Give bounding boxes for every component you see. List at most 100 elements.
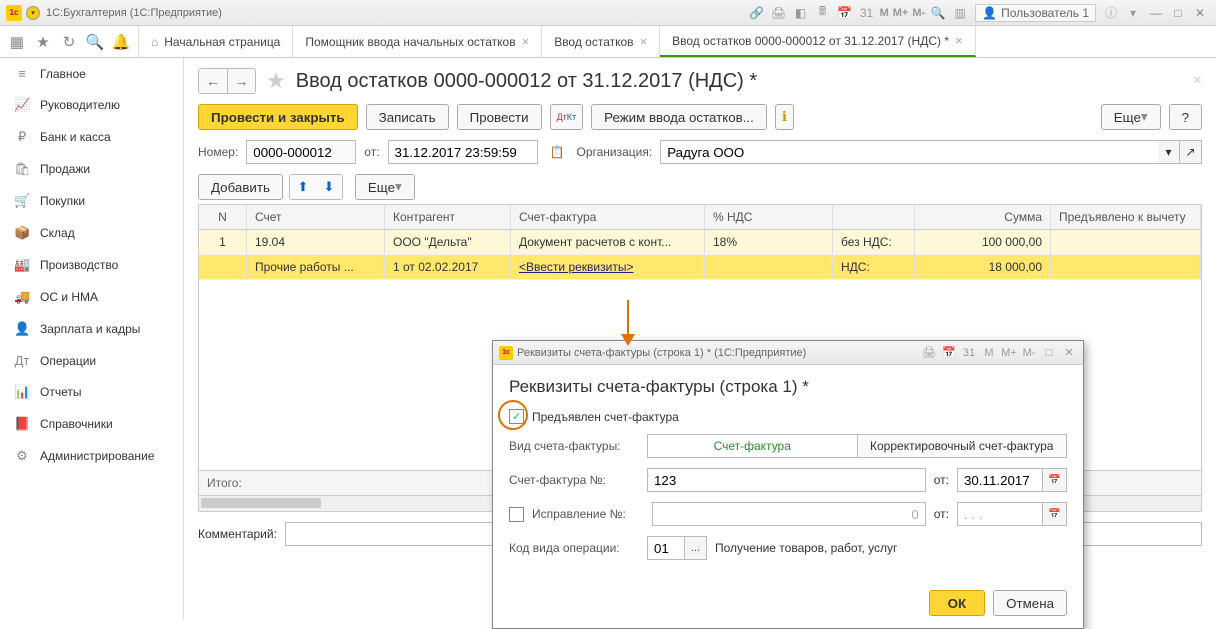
close-icon[interactable]: × <box>522 34 530 49</box>
table-row[interactable]: 1 19.04 ООО "Дельта" Документ расчетов с… <box>199 230 1201 255</box>
table-row[interactable]: Прочие работы ... 1 от 02.02.2017 <Ввест… <box>199 255 1201 280</box>
mode-button[interactable]: Режим ввода остатков... <box>591 104 767 130</box>
enter-details-link[interactable]: <Ввести реквизиты> <box>511 255 705 279</box>
post-button[interactable]: Провести <box>457 104 542 130</box>
header-fields: Номер: от: 📋 Организация: ▾ ↗ <box>198 140 1202 164</box>
sidebar-item-payroll[interactable]: 👤Зарплата и кадры <box>0 313 183 345</box>
invoice-date-calendar-button[interactable]: 📅 <box>1043 468 1067 492</box>
add-row-button[interactable]: Добавить <box>198 174 283 200</box>
dtkt-button[interactable]: ДтКт <box>550 104 584 130</box>
sidebar-item-label: Отчеты <box>40 385 81 399</box>
org-field[interactable] <box>660 140 1158 164</box>
info-dd-icon[interactable]: ▾ <box>1124 4 1142 22</box>
history-icon[interactable]: ↻ <box>56 29 82 55</box>
save-button[interactable]: Записать <box>366 104 449 130</box>
close-icon[interactable]: × <box>640 34 648 49</box>
m-minus-indicator[interactable]: M- <box>912 7 925 19</box>
modal-date-icon[interactable]: 31 <box>961 347 977 359</box>
correction-no-field[interactable] <box>652 502 926 526</box>
invoice-type-row: Вид счета-фактуры: Счет-фактура Корректи… <box>509 434 1067 458</box>
modal-mplus-icon[interactable]: M+ <box>1001 347 1017 359</box>
sidebar-item-operations[interactable]: ДтОперации <box>0 345 183 376</box>
calendar-icon[interactable]: 📋 <box>550 145 565 159</box>
sidebar-item-bank[interactable]: ₽Банк и касса <box>0 121 183 153</box>
op-code-select-button[interactable]: … <box>685 536 707 560</box>
modal-maximize-icon[interactable]: □ <box>1041 347 1057 359</box>
sidebar-item-warehouse[interactable]: 📦Склад <box>0 217 183 249</box>
presented-checkbox[interactable]: ✓ <box>509 409 524 424</box>
tab-assistant[interactable]: Помощник ввода начальных остатков × <box>293 26 542 57</box>
sidebar-item-production[interactable]: 🏭Производство <box>0 249 183 281</box>
sidebar-item-reports[interactable]: 📊Отчеты <box>0 376 183 408</box>
nav-back-button[interactable]: ← <box>199 69 227 93</box>
close-button[interactable]: ✕ <box>1190 4 1210 22</box>
col-n: N <box>199 205 247 229</box>
tab-label: Начальная страница <box>164 35 280 49</box>
tab-home[interactable]: ⌂ Начальная страница <box>139 26 293 57</box>
modal-close-icon[interactable]: ✕ <box>1061 346 1077 359</box>
date-icon[interactable]: 31 <box>858 4 876 22</box>
tab-entries[interactable]: Ввод остатков × <box>542 26 660 57</box>
correction-date-field[interactable] <box>957 502 1043 526</box>
page-title: Ввод остатков 0000-000012 от 31.12.2017 … <box>296 70 757 93</box>
sidebar-item-manager[interactable]: 📈Руководителю <box>0 89 183 121</box>
move-up-button[interactable]: ⬆ <box>290 175 316 199</box>
invoice-no-field[interactable] <box>647 468 926 492</box>
post-and-close-button[interactable]: Провести и закрыть <box>198 104 358 130</box>
correction-date-calendar-button[interactable]: 📅 <box>1043 502 1067 526</box>
user-menu[interactable]: 👤 Пользователь 1 <box>975 4 1096 22</box>
minimize-button[interactable]: — <box>1146 4 1166 22</box>
print-icon[interactable]: 🖨 <box>770 4 788 22</box>
more-button[interactable]: Еще ▾ <box>1101 104 1161 130</box>
number-field[interactable] <box>246 140 356 164</box>
sidebar-item-label: Продажи <box>40 162 90 176</box>
modal-mminus-icon[interactable]: M- <box>1021 347 1037 359</box>
panel-icon[interactable]: ▥ <box>951 4 969 22</box>
m-indicator[interactable]: M <box>880 7 889 19</box>
move-down-button[interactable]: ⬇ <box>316 175 342 199</box>
org-dropdown-button[interactable]: ▾ <box>1158 140 1180 164</box>
user-icon: 👤 <box>14 321 30 337</box>
search-icon[interactable]: 🔍 <box>82 29 108 55</box>
tab-entry-doc[interactable]: Ввод остатков 0000-000012 от 31.12.2017 … <box>660 26 975 57</box>
link-icon[interactable]: 🔗 <box>748 4 766 22</box>
modal-print-icon[interactable]: 🖨 <box>921 346 937 359</box>
sidebar-item-purchases[interactable]: 🛒Покупки <box>0 185 183 217</box>
m-plus-indicator[interactable]: M+ <box>893 7 909 19</box>
dtkt-icon: Дт <box>14 353 30 368</box>
modal-cancel-button[interactable]: Отмена <box>993 590 1067 616</box>
titlebar-dropdown-icon[interactable]: ▾ <box>26 6 40 20</box>
sidebar-item-assets[interactable]: 🚚ОС и НМА <box>0 281 183 313</box>
correction-checkbox[interactable]: ✓ <box>509 507 524 522</box>
sidebar-item-references[interactable]: 📕Справочники <box>0 408 183 440</box>
sidebar-item-sales[interactable]: 🛍Продажи <box>0 153 183 185</box>
star-icon[interactable]: ★ <box>30 29 56 55</box>
table-more-button[interactable]: Еще ▾ <box>355 174 415 200</box>
page-close-icon[interactable]: × <box>1193 72 1202 90</box>
sidebar-item-main[interactable]: ≡Главное <box>0 58 183 89</box>
calc-icon[interactable]: 🖩 <box>814 4 832 22</box>
date-field[interactable] <box>388 140 538 164</box>
org-open-button[interactable]: ↗ <box>1180 140 1202 164</box>
compare-icon[interactable]: ◧ <box>792 4 810 22</box>
favorite-star-icon[interactable]: ★ <box>266 68 286 94</box>
maximize-button[interactable]: □ <box>1168 4 1188 22</box>
invoice-type-standard[interactable]: Счет-фактура <box>647 434 858 458</box>
modal-m-icon[interactable]: M <box>981 347 997 359</box>
search-icon[interactable]: 🔍 <box>929 4 947 22</box>
sidebar-item-admin[interactable]: ⚙Администрирование <box>0 440 183 472</box>
help-button[interactable]: ? <box>1169 104 1202 130</box>
invoice-type-correction[interactable]: Корректировочный счет-фактура <box>858 434 1068 458</box>
nav-forward-button[interactable]: → <box>227 69 255 93</box>
info-icon[interactable]: ⓘ <box>1102 4 1120 22</box>
presented-checkbox-row: ✓ Предъявлен счет-фактура <box>509 409 1067 424</box>
bell-icon[interactable]: 🔔 <box>108 29 134 55</box>
invoice-date-field[interactable] <box>957 468 1043 492</box>
close-icon[interactable]: × <box>955 33 963 48</box>
op-code-field[interactable] <box>647 536 685 560</box>
calendar-icon[interactable]: 📅 <box>836 4 854 22</box>
apps-icon[interactable]: ▦ <box>4 29 30 55</box>
modal-ok-button[interactable]: ОК <box>929 590 986 616</box>
info-button[interactable]: ℹ <box>775 104 794 130</box>
modal-calendar-icon[interactable]: 📅 <box>941 346 957 359</box>
